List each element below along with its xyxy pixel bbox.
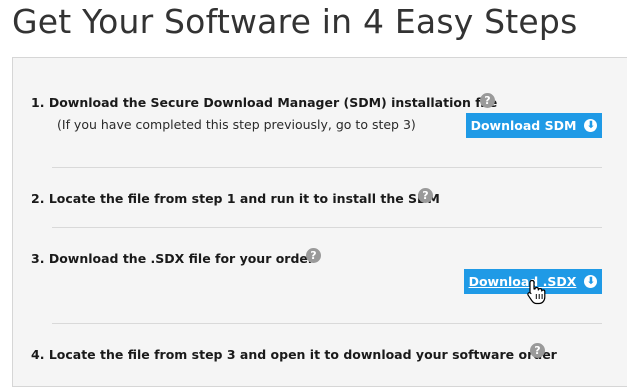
step-1-label: Download the Secure Download Manager (SD… bbox=[48, 95, 498, 110]
download-sdm-label: Download SDM bbox=[470, 118, 577, 133]
step-1-number: 1. bbox=[31, 95, 45, 110]
download-sdm-button[interactable]: Download SDM ⬇ bbox=[466, 113, 602, 138]
step-2-help-icon[interactable]: ? bbox=[418, 188, 433, 203]
download-arrow-icon: ⬇ bbox=[584, 275, 598, 288]
step-3-number: 3. bbox=[31, 251, 45, 266]
step-1-help-icon[interactable]: ? bbox=[480, 93, 495, 108]
step-2-label: Locate the file from step 1 and run it t… bbox=[48, 191, 440, 206]
step-2-text: 2. Locate the file from step 1 and run i… bbox=[31, 191, 440, 206]
step-1-text: 1. Download the Secure Download Manager … bbox=[31, 95, 497, 110]
step-4-label: Locate the file from step 3 and open it … bbox=[48, 347, 557, 362]
step-4-text: 4. Locate the file from step 3 and open … bbox=[31, 347, 557, 362]
divider-1 bbox=[52, 167, 602, 168]
step-3-text: 3. Download the .SDX file for your order bbox=[31, 251, 314, 266]
step-1-subtext: (If you have completed this step previou… bbox=[57, 117, 416, 132]
divider-3 bbox=[52, 323, 602, 324]
download-arrow-icon: ⬇ bbox=[584, 119, 598, 132]
step-2-number: 2. bbox=[31, 191, 45, 206]
step-3-help-icon[interactable]: ? bbox=[306, 248, 321, 263]
hand-cursor-icon bbox=[527, 279, 546, 305]
step-4-number: 4. bbox=[31, 347, 45, 362]
page-title: Get Your Software in 4 Easy Steps bbox=[12, 2, 578, 41]
step-3-label: Download the .SDX file for your order bbox=[48, 251, 315, 266]
download-sdx-label: Download .SDX bbox=[468, 274, 577, 289]
divider-2 bbox=[52, 227, 602, 228]
step-4-help-icon[interactable]: ? bbox=[530, 343, 545, 358]
